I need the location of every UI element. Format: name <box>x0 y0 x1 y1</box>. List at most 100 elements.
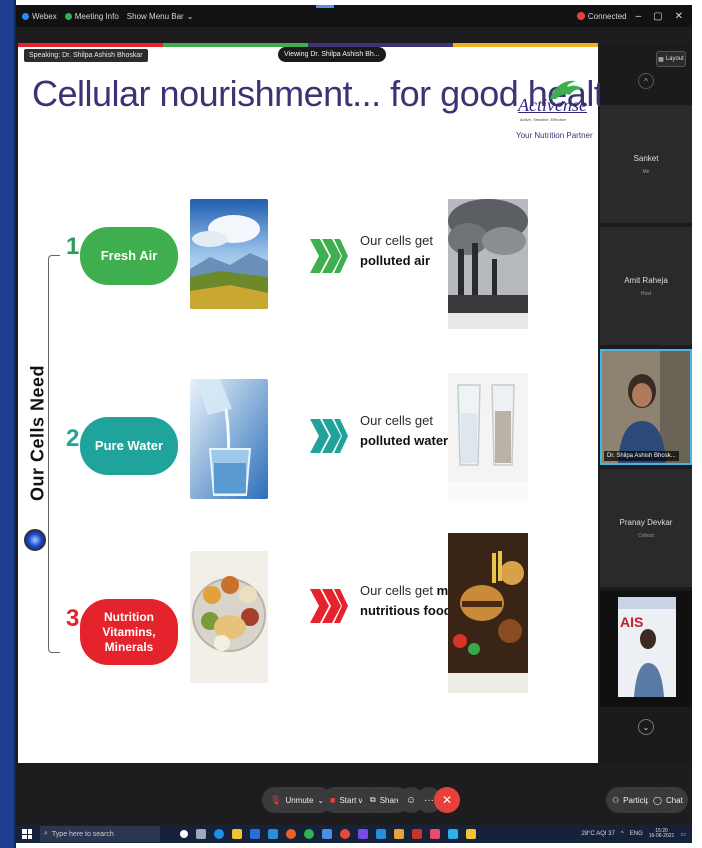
participant-role: Host <box>640 290 652 297</box>
taskbar-search-input[interactable]: ⌕ Type here to search <box>40 826 160 842</box>
junk-food-image <box>448 533 528 693</box>
result-bold: polluted air <box>360 252 431 268</box>
viewing-indicator[interactable]: Viewing Dr. Shilpa Ashish Bh... <box>278 47 386 62</box>
info-icon <box>64 12 72 20</box>
participant-tile[interactable]: Sanket Me <box>600 105 692 223</box>
app3-icon[interactable] <box>466 829 476 839</box>
teams-icon[interactable] <box>358 829 368 839</box>
brand-logo: Activense Active. Sensible. Effective <box>510 73 590 129</box>
restore-button[interactable]: ▢ <box>650 11 665 22</box>
close-icon: ✕ <box>441 793 453 807</box>
video-thumbnail[interactable]: AIS <box>600 591 692 707</box>
factory-smoke-image <box>448 199 528 329</box>
show-menu-bar-label: Show Menu Bar <box>126 11 184 21</box>
chevron-down-icon[interactable]: ⌄ <box>638 719 654 735</box>
weather-widget[interactable]: 28°C AQI 37 <box>581 831 614 837</box>
screen: Webex Meeting Info Show Menu Bar ⌄ Conne… <box>0 0 702 848</box>
media-icon[interactable] <box>430 829 440 839</box>
chevron-right-icon <box>310 239 348 273</box>
result-text: Our cells get polluted air <box>360 231 433 270</box>
right-edge <box>692 0 702 848</box>
participant-tile[interactable]: Amit Raheja Host <box>600 227 692 345</box>
cortana-icon[interactable] <box>180 830 188 838</box>
close-button[interactable]: ✕ <box>672 11 686 22</box>
water-glasses-image <box>448 373 528 503</box>
participants-panel: ▦ Layout ^ Sanket Me Amit Raheja Host Dr… <box>600 43 692 763</box>
brand-tagline: Active. Sensible. Effective <box>520 117 566 122</box>
drag-handle[interactable] <box>316 5 334 8</box>
result-bold: polluted water <box>360 432 449 448</box>
row-number: 2 <box>66 425 80 452</box>
webex-menu[interactable]: Webex <box>22 12 57 21</box>
participant-name: Amit Raheja <box>624 275 668 285</box>
file-explorer-icon[interactable] <box>232 829 242 839</box>
thumbnail-feed: AIS <box>600 591 692 707</box>
thali-image <box>190 551 268 683</box>
pouring-water-image <box>190 379 268 499</box>
layout-icon: ▦ <box>658 56 664 63</box>
active-speaker-video[interactable]: Dr. Shilpa Ashish Bhosk... <box>600 349 692 465</box>
show-menu-bar-button[interactable]: Show Menu Bar ⌄ <box>127 12 194 21</box>
minimize-button[interactable]: – <box>633 11 645 22</box>
firefox-icon[interactable] <box>340 829 350 839</box>
share-icon: ⧉ <box>370 795 376 804</box>
app2-icon[interactable] <box>448 829 458 839</box>
list-item: 2 Pure Water Our cells get polluted wate… <box>18 373 598 503</box>
webex-app-icon[interactable] <box>322 829 332 839</box>
participant-name: Sanket <box>633 153 659 163</box>
task-view-icon[interactable] <box>196 829 206 839</box>
connection-status[interactable]: Connected <box>576 12 627 21</box>
chrome-icon[interactable] <box>286 829 296 839</box>
need-pill: Pure Water <box>80 417 178 475</box>
brand-name: Activense <box>518 95 587 115</box>
webex-logo-icon <box>22 12 29 20</box>
clock[interactable]: 15:20 16-06-2021 <box>649 828 675 840</box>
leave-meeting-button[interactable]: ✕ <box>434 787 460 813</box>
chat-label: Chat <box>665 795 683 805</box>
more-icon: ··· <box>424 794 434 806</box>
need-pill: Fresh Air <box>80 227 178 285</box>
participant-role: Cohost <box>638 532 654 539</box>
participant-tile[interactable]: Pranay Devkar Cohost <box>600 469 692 587</box>
pdf-icon[interactable] <box>412 829 422 839</box>
windows-start-button[interactable] <box>20 827 34 841</box>
participant-role: Me <box>642 168 650 175</box>
whatsapp-icon[interactable] <box>304 829 314 839</box>
layout-label: Layout <box>665 56 684 62</box>
app-name: Webex <box>32 11 57 21</box>
windows-taskbar: ⌕ Type here to search 28°C AQI 37 ^ ENG … <box>16 825 692 843</box>
meeting-controls: 🎙 Unmute ⌄ ■ Start video ⌄ ⧉ Share ☺ <box>16 763 692 825</box>
store-icon[interactable] <box>250 829 260 839</box>
search-icon: ⌕ <box>44 830 48 837</box>
meeting-info-button[interactable]: Meeting Info <box>64 12 119 21</box>
svg-text:AIS: AIS <box>620 614 643 630</box>
result-text: Our cells get polluted water <box>360 411 448 450</box>
notification-icon[interactable]: ▭ <box>680 831 686 838</box>
speaker-video-feed <box>602 351 690 463</box>
microphone-muted-icon: 🎙 <box>270 794 282 805</box>
system-tray: 28°C AQI 37 ^ ENG 15:20 16-06-2021 ▭ <box>581 828 692 840</box>
tray-chevron-icon[interactable]: ^ <box>621 831 624 837</box>
chat-button[interactable]: ◯ Chat <box>648 787 688 813</box>
mail-icon[interactable] <box>268 829 278 839</box>
title-bar: Webex Meeting Info Show Menu Bar ⌄ Conne… <box>16 5 692 27</box>
result-bold: nutritious food <box>360 602 452 618</box>
shared-content: Speaking: Dr. Shilpa Ashish Bhoskar View… <box>18 43 623 763</box>
edge-icon[interactable] <box>214 829 224 839</box>
need-pill: Nutrition Vitamins, Minerals <box>80 599 178 665</box>
outlook-icon[interactable] <box>376 829 386 839</box>
unmute-label: Unmute <box>285 795 314 805</box>
chevron-up-icon[interactable]: ^ <box>638 73 654 89</box>
chevron-right-icon <box>310 419 348 453</box>
connection-dot-icon <box>576 12 585 20</box>
chevron-right-icon <box>310 589 348 623</box>
camera-off-icon: ■ <box>330 795 336 805</box>
app-icon[interactable] <box>394 829 404 839</box>
participant-name: Pranay Devkar <box>619 517 673 527</box>
smiley-icon: ☺ <box>405 794 417 806</box>
layout-button[interactable]: ▦ Layout <box>656 51 686 67</box>
language-indicator[interactable]: ENG <box>630 831 643 837</box>
result-line: Our cells get <box>360 583 433 598</box>
taskbar-search-placeholder: Type here to search <box>51 830 114 838</box>
speaking-indicator: Speaking: Dr. Shilpa Ashish Bhoskar <box>24 49 148 62</box>
